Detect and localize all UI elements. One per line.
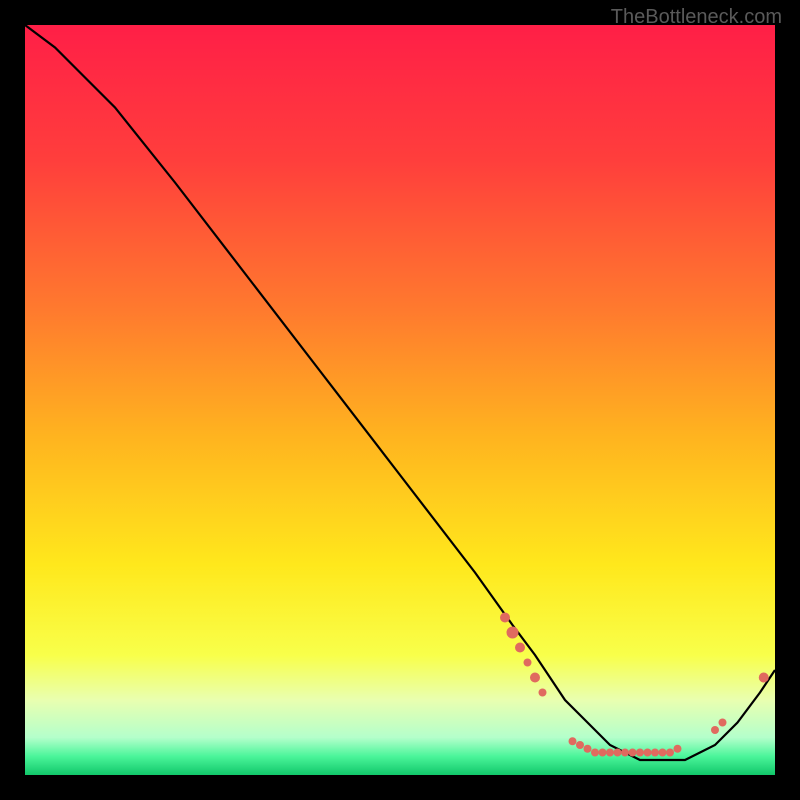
marker-point — [674, 745, 682, 753]
marker-point — [500, 613, 510, 623]
curve-layer — [25, 25, 775, 775]
chart-container: TheBottleneck.com — [0, 0, 800, 800]
highlight-markers — [500, 613, 769, 757]
marker-point — [606, 749, 614, 757]
marker-point — [659, 749, 667, 757]
marker-point — [515, 643, 525, 653]
marker-point — [591, 749, 599, 757]
marker-point — [651, 749, 659, 757]
marker-point — [636, 749, 644, 757]
marker-point — [524, 659, 532, 667]
watermark-text: TheBottleneck.com — [611, 6, 782, 29]
marker-point — [584, 745, 592, 753]
marker-point — [629, 749, 637, 757]
marker-point — [711, 726, 719, 734]
marker-point — [614, 749, 622, 757]
marker-point — [539, 689, 547, 697]
marker-point — [666, 749, 674, 757]
marker-point — [621, 749, 629, 757]
marker-point — [644, 749, 652, 757]
marker-point — [530, 673, 540, 683]
marker-point — [507, 627, 519, 639]
marker-point — [599, 749, 607, 757]
marker-point — [576, 741, 584, 749]
bottleneck-curve — [25, 25, 775, 760]
plot-area — [25, 25, 775, 775]
marker-point — [719, 719, 727, 727]
marker-point — [569, 737, 577, 745]
marker-point — [759, 673, 769, 683]
